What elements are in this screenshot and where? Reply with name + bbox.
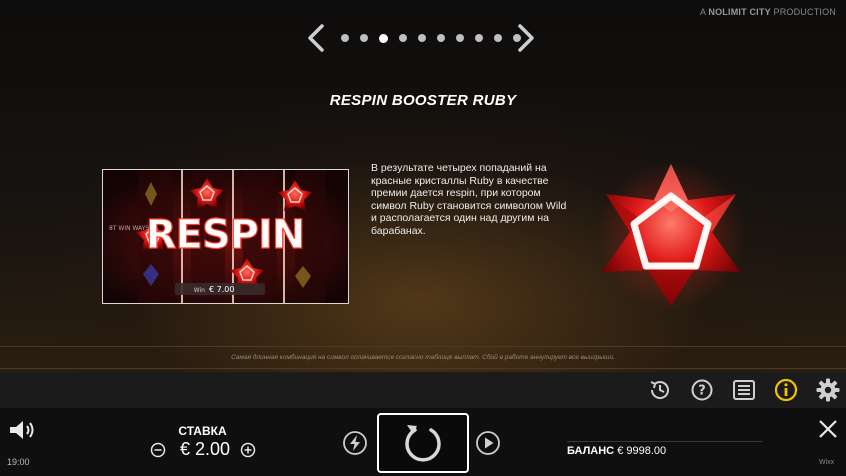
clock: 19:00 [7, 457, 30, 467]
previous-page-button[interactable] [304, 22, 328, 54]
paytable-button[interactable] [731, 377, 757, 403]
settings-button[interactable] [815, 377, 841, 403]
page-title: RESPIN BOOSTER RUBY [329, 92, 517, 109]
close-button[interactable] [817, 418, 839, 440]
control-bar: СТАВКА € 2.00 БАЛАНС € 9998.00 19:00 Wix… [0, 408, 846, 476]
page-dots [341, 33, 521, 43]
next-page-button[interactable] [514, 22, 538, 54]
balance-amount: € 9998.00 [617, 445, 667, 457]
platform-brand: Wixx [819, 459, 835, 466]
lightning-icon [343, 431, 367, 455]
bet-label: СТАВКА [178, 424, 227, 438]
producer-credit: A NOLIMIT CITY PRODUCTION [699, 7, 836, 17]
divider [0, 346, 846, 347]
help-button[interactable]: ? [689, 377, 715, 403]
decrease-bet-button[interactable] [150, 442, 166, 458]
balance-label: БАЛАНС [567, 445, 615, 457]
divider [0, 368, 846, 369]
paytable-icon [733, 380, 755, 400]
spin-button[interactable] [377, 413, 469, 473]
page-dot[interactable] [494, 34, 502, 42]
footnote-disclaimer: Самая длинная комбинация на символ оплач… [231, 354, 615, 361]
minus-icon [150, 442, 166, 458]
svg-text:Win: Win [194, 287, 205, 294]
page-dot[interactable] [399, 34, 407, 42]
page-dot[interactable] [360, 34, 368, 42]
help-icon: ? [691, 379, 713, 401]
close-icon [819, 420, 837, 438]
increase-bet-button[interactable] [240, 442, 256, 458]
spin-icon [405, 425, 441, 462]
page-dot[interactable] [418, 34, 426, 42]
speaker-icon [10, 421, 34, 439]
page-dot[interactable] [379, 33, 388, 43]
info-icon [774, 378, 798, 402]
chevron-right-icon [518, 24, 534, 52]
ruby-gem-icon [597, 161, 745, 309]
page-navigator [300, 22, 545, 54]
balance-display: БАЛАНС € 9998.00 [567, 445, 666, 457]
info-screen: A NOLIMIT CITY PRODUCTION RESPIN BOOSTER… [0, 0, 846, 372]
page-dot[interactable] [456, 34, 464, 42]
feature-description: В результате четырех попаданий на красны… [371, 162, 567, 237]
svg-text:8T WIN WAYS: 8T WIN WAYS [109, 225, 149, 232]
plus-icon [240, 442, 256, 458]
divider [567, 441, 762, 442]
chevron-left-icon [308, 24, 324, 52]
svg-text:?: ? [698, 384, 706, 399]
turbo-button[interactable] [342, 430, 368, 456]
info-button[interactable] [773, 377, 799, 403]
page-dot[interactable] [475, 34, 483, 42]
settings-icon [816, 378, 840, 402]
bet-amount: € 2.00 [179, 439, 231, 459]
history-button[interactable] [647, 377, 673, 403]
respin-preview-image: RESPIN 8T WIN WAYS Win € 7.00 [102, 169, 349, 304]
page-dot[interactable] [341, 34, 349, 42]
respin-logo: RESPIN [146, 212, 305, 258]
preview-win-amount: € 7.00 [209, 285, 234, 294]
page-dot[interactable] [437, 34, 445, 42]
history-icon [650, 381, 669, 399]
info-toolbar: ? [0, 372, 846, 408]
sound-button[interactable] [8, 419, 38, 441]
play-icon [476, 431, 500, 455]
bet-selector: € 2.00 [150, 439, 260, 461]
autoplay-button[interactable] [475, 430, 501, 456]
